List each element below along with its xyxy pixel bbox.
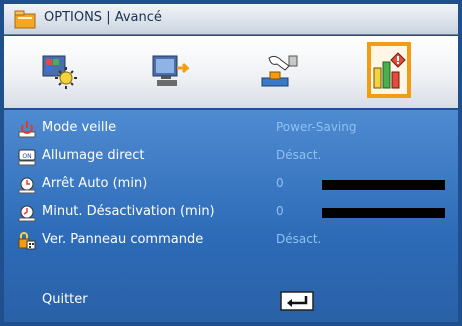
sleep-timer-icon [18,205,36,222]
menu-item-label: Arrêt Auto (min) [42,176,148,191]
enter-return-icon[interactable] [280,291,314,311]
tab-image[interactable] [4,36,114,108]
auto-off-slider[interactable] [322,180,445,190]
menu-item-label: Ver. Panneau commande [42,232,204,247]
menu-item-mode-veille[interactable]: Mode veille Power-Saving [4,116,458,142]
menu-item-label: Allumage direct [42,148,145,163]
menu-item-quitter[interactable]: Quitter [4,288,458,314]
tab-bar [4,36,458,108]
folder-options-icon [14,10,36,29]
keypad-lock-icon [18,232,36,250]
menu-item-allumage-direct[interactable]: ON Allumage direct Désact. [4,144,458,170]
exit-label: Quitter [42,292,88,307]
osd-menu: OPTIONS | Avancé Mode veille Power-Savin… [0,0,462,326]
menu-item-ver-panneau[interactable]: Ver. Panneau commande Désact. [4,228,458,254]
image-settings-icon [42,55,77,89]
menu-item-value[interactable]: Désact. [276,148,321,162]
options-advanced-icon [373,52,406,89]
menu-item-value: 0 [276,176,284,190]
menu-item-value[interactable]: Power-Saving [276,120,356,134]
menu-item-label: Minut. Désactivation (min) [42,204,215,219]
display-settings-icon [152,55,189,86]
svg-text:ON: ON [22,153,31,160]
standby-power-icon [18,121,36,138]
advanced-options-list: Mode veille Power-Saving ON Allumage dir… [4,110,458,322]
menu-item-minut-desactivation[interactable]: Minut. Désactivation (min) 0 [4,200,458,226]
tab-display[interactable] [114,36,224,108]
menu-item-value[interactable]: Désact. [276,232,321,246]
setup-hand-icon [261,55,298,87]
title-bar: OPTIONS | Avancé [4,4,458,35]
menu-item-label: Mode veille [42,120,117,135]
tab-setup[interactable] [224,36,334,108]
auto-off-timer-icon [18,177,36,194]
sleep-timer-slider[interactable] [322,208,445,218]
menu-item-arret-auto[interactable]: Arrêt Auto (min) 0 [4,172,458,198]
menu-item-value: 0 [276,204,284,218]
direct-power-on-icon: ON [18,149,36,166]
tab-options[interactable] [334,36,444,108]
menu-title: OPTIONS | Avancé [44,10,162,25]
